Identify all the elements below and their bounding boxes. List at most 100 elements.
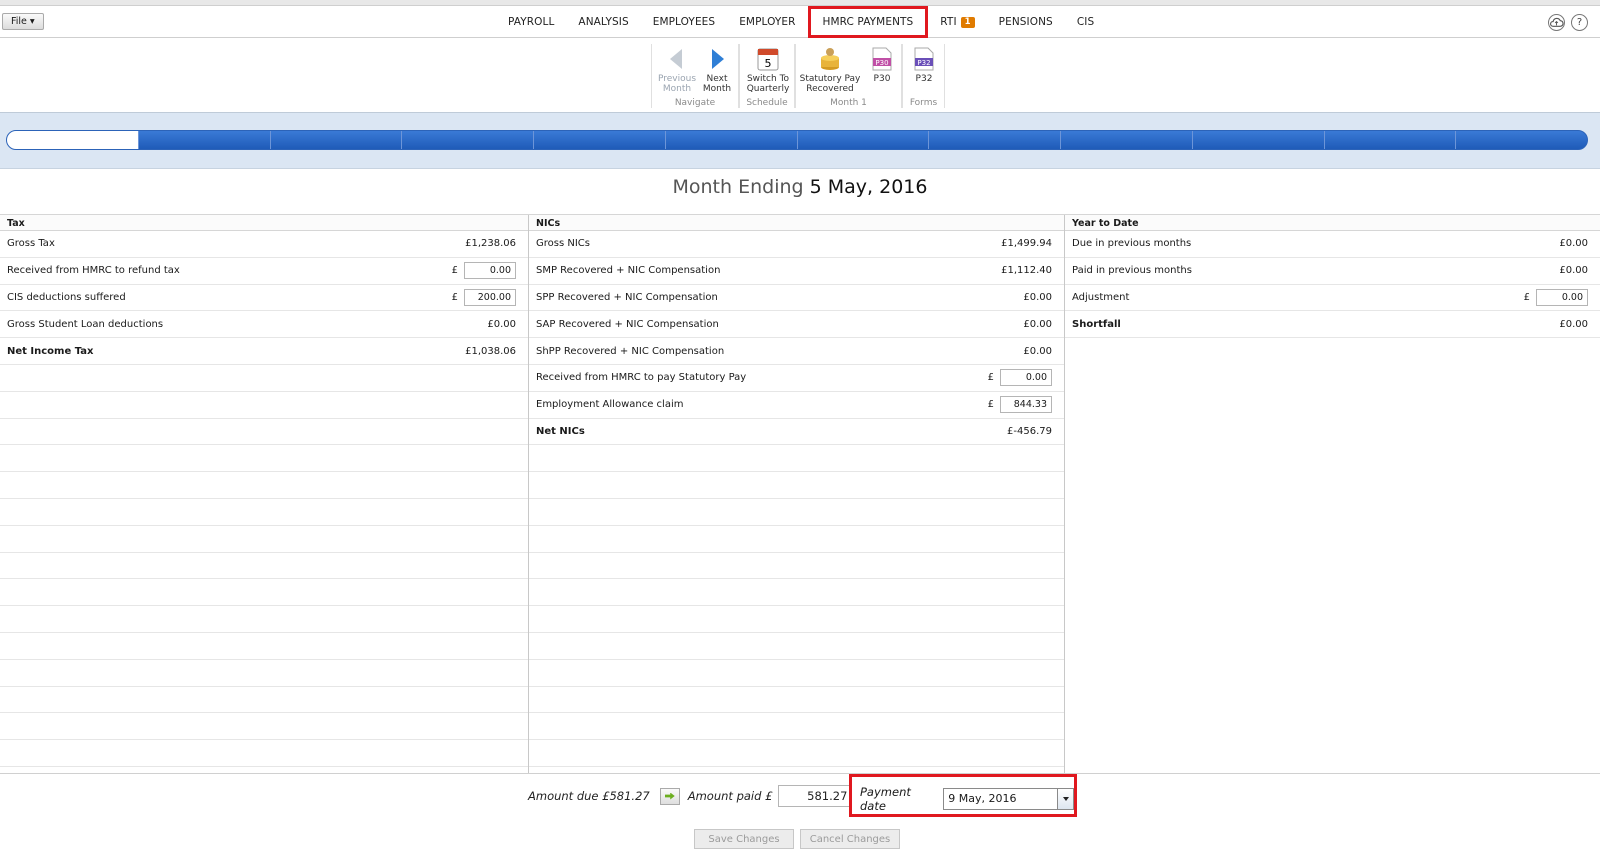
tab-cis[interactable]: CIS <box>1065 6 1106 38</box>
tab-label: PAYROLL <box>508 15 555 28</box>
row-value: £0.00 <box>1559 238 1588 250</box>
ribbon-group-label: Schedule <box>746 98 788 108</box>
cis-deductions-input[interactable]: 200.00 <box>464 288 516 306</box>
row-label: Adjustment <box>1072 291 1130 303</box>
month-segment[interactable] <box>796 131 929 149</box>
tab-employees[interactable]: EMPLOYEES <box>641 6 727 38</box>
payment-footer: Amount due £581.27 Amount paid £ 581.27 … <box>0 773 1600 856</box>
table-row: Adjustment £0.00 <box>1065 285 1600 312</box>
empty-row <box>529 687 1064 714</box>
amount-due-label: Amount due £581.27 <box>528 789 650 803</box>
month-segment[interactable] <box>137 131 270 149</box>
form-code-text: P32 <box>917 59 930 67</box>
month-segment-current[interactable] <box>7 131 138 149</box>
amount-paid-label: Amount paid £ <box>687 789 773 803</box>
empty-row <box>0 606 528 633</box>
row-label: Gross NICs <box>536 238 590 250</box>
row-label: Net Income Tax <box>7 345 94 357</box>
row-label: Received from HMRC to pay Statutory Pay <box>536 372 747 384</box>
month-segment[interactable] <box>1323 131 1456 149</box>
row-label: Gross Tax <box>7 238 55 250</box>
empty-row <box>0 713 528 741</box>
coins-icon <box>818 46 842 72</box>
row-value: £0.00 <box>1023 318 1052 330</box>
title-date: 5 May, 2016 <box>809 176 928 198</box>
month-segment[interactable] <box>664 131 797 149</box>
hmrc-payment-grid: Tax Gross Tax £1,238.06 Received from HMR… <box>0 214 1600 773</box>
row-value: £0.00 <box>487 318 516 330</box>
amount-paid-input[interactable]: 581.27 <box>778 785 853 807</box>
empty-row <box>529 445 1064 473</box>
table-row: Paid in previous months £0.00 <box>1065 258 1600 285</box>
month-segment[interactable] <box>1060 131 1192 149</box>
switch-to-quarterly-button[interactable]: 5 Switch To Quarterly <box>743 46 793 94</box>
row-label: SMP Recovered + NIC Compensation <box>536 265 721 277</box>
row-label: Shortfall <box>1072 318 1121 330</box>
next-month-button[interactable]: Next Month <box>699 46 735 94</box>
employment-allowance-input[interactable]: 844.33 <box>1000 396 1052 414</box>
save-changes-button[interactable]: Save Changes <box>694 829 794 849</box>
month-segment[interactable] <box>401 131 533 149</box>
tab-employer[interactable]: EMPLOYER <box>727 6 807 38</box>
right-arrow-icon <box>705 46 729 72</box>
row-label: SAP Recovered + NIC Compensation <box>536 318 719 330</box>
empty-row <box>529 660 1064 687</box>
chevron-down-icon[interactable] <box>1057 788 1073 809</box>
month-progress-bar[interactable] <box>6 130 1588 150</box>
empty-row <box>529 606 1064 633</box>
month-segment[interactable] <box>533 131 665 149</box>
empty-row <box>0 660 528 687</box>
month-segment[interactable] <box>1191 131 1324 149</box>
adjustment-input[interactable]: 0.00 <box>1536 288 1588 306</box>
tab-payroll[interactable]: PAYROLL <box>496 6 566 38</box>
amount-line: Amount due £581.27 Amount paid £ 581.27 <box>528 785 853 807</box>
currency-symbol: £ <box>987 399 994 411</box>
refund-tax-input[interactable]: 0.00 <box>464 262 516 280</box>
month-segment[interactable] <box>928 131 1060 149</box>
table-row: Net Income Tax £1,038.06 <box>0 338 528 365</box>
ribbon-group-label: Navigate <box>674 98 716 108</box>
tab-analysis[interactable]: ANALYSIS <box>566 6 640 38</box>
table-row: Due in previous months £0.00 <box>1065 231 1600 258</box>
button-label: Previous <box>658 74 697 84</box>
row-label: Received from HMRC to refund tax <box>7 265 180 277</box>
previous-month-button[interactable]: Previous Month <box>658 46 696 94</box>
page-title: Month Ending 5 May, 2016 <box>0 176 1600 198</box>
statutory-pay-recovered-button[interactable]: Statutory Pay Recovered <box>798 46 862 94</box>
row-label: SPP Recovered + NIC Compensation <box>536 291 718 303</box>
row-label: CIS deductions suffered <box>7 291 126 303</box>
cancel-changes-button[interactable]: Cancel Changes <box>800 829 900 849</box>
empty-row <box>529 499 1064 526</box>
payment-date-select[interactable]: 9 May, 2016 <box>943 787 1074 810</box>
row-label: ShPP Recovered + NIC Compensation <box>536 345 725 357</box>
year-to-date-column: Year to Date Due in previous months £0.00… <box>1065 215 1600 773</box>
empty-row <box>0 687 528 714</box>
p30-button[interactable]: P30 P30 <box>866 46 898 84</box>
empty-row <box>0 740 528 767</box>
calendar-icon: 5 <box>756 46 780 72</box>
table-row: Gross Tax £1,238.06 <box>0 231 528 258</box>
main-tabs: PAYROLL ANALYSIS EMPLOYEES EMPLOYER HMRC… <box>496 6 1106 38</box>
ribbon-group-label: Month 1 <box>830 98 867 108</box>
ribbon-group-navigate: Previous Month Next Month Navigate <box>651 44 739 108</box>
empty-row <box>529 472 1064 499</box>
currency-symbol: £ <box>451 265 458 277</box>
tab-rti[interactable]: RTI 1 <box>928 6 986 38</box>
tab-pensions[interactable]: PENSIONS <box>987 6 1065 38</box>
copy-amount-arrow-icon[interactable] <box>659 787 680 805</box>
tab-hmrc-payments[interactable]: HMRC PAYMENTS <box>807 6 929 38</box>
row-value: £0.00 <box>1023 291 1052 303</box>
cloud-upload-icon[interactable] <box>1548 14 1565 31</box>
row-value: £-456.79 <box>1007 425 1052 437</box>
button-label: P32 <box>915 74 933 84</box>
statutory-pay-received-input[interactable]: 0.00 <box>1000 369 1052 387</box>
file-menu-button[interactable]: File ▾ <box>2 13 44 30</box>
month-segment[interactable] <box>1455 131 1587 149</box>
month-segment[interactable] <box>269 131 402 149</box>
table-row: Gross Student Loan deductions £0.00 <box>0 311 528 339</box>
currency-symbol: £ <box>1523 291 1530 303</box>
help-icon[interactable]: ? <box>1571 14 1588 31</box>
p32-button[interactable]: P32 P32 <box>907 46 941 84</box>
tab-label: EMPLOYER <box>739 15 796 28</box>
p32-form-icon: P32 <box>912 46 936 72</box>
